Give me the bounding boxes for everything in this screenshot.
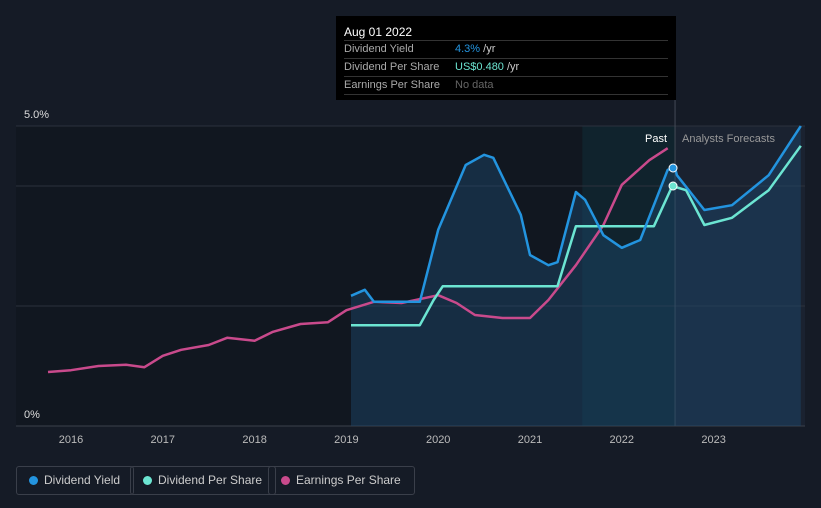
x-tick-label: 2022 (610, 434, 634, 446)
y-tick-label: 5.0% (24, 109, 49, 121)
x-tick-label: 2016 (59, 434, 83, 446)
legend-dot-icon (29, 476, 38, 485)
legend-dot-icon (143, 476, 152, 485)
x-tick-label: 2020 (426, 434, 450, 446)
x-tick-label: 2018 (242, 434, 266, 446)
tooltip-date: Aug 01 2022 (344, 25, 413, 39)
dividend-per-share-marker (668, 181, 678, 191)
legend-dividend-yield[interactable]: Dividend Yield (16, 466, 135, 495)
legend-dot-icon (281, 476, 290, 485)
tooltip: Aug 01 2022 Dividend Yield 4.3% /yr Divid… (336, 16, 676, 100)
x-tick-label: 2017 (151, 434, 175, 446)
y-tick-label: 0% (24, 409, 40, 421)
x-tick-label: 2019 (334, 434, 358, 446)
forecast-label: Analysts Forecasts (682, 133, 775, 145)
legend-earnings-per-share[interactable]: Earnings Per Share (268, 466, 415, 495)
dividend-yield-marker (668, 163, 678, 173)
tooltip-row-yield: Dividend Yield 4.3% /yr (344, 40, 668, 58)
x-tick-label: 2021 (518, 434, 542, 446)
past-label: Past (645, 133, 667, 145)
tooltip-row-dps: Dividend Per Share US$0.480 /yr (344, 58, 668, 76)
legend-dividend-per-share[interactable]: Dividend Per Share (130, 466, 277, 495)
x-tick-label: 2023 (701, 434, 725, 446)
tooltip-row-eps: Earnings Per Share No data (344, 76, 668, 95)
